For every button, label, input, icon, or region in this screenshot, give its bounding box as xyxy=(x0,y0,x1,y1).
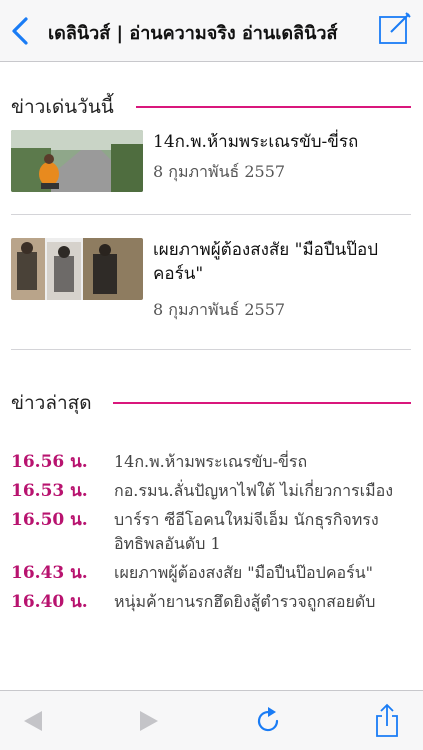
news-headline: 14ก.พ.ห้ามพระเณรขับ-ขี่รถ xyxy=(114,452,308,471)
compose-icon xyxy=(379,12,411,44)
news-headline: หนุ่มค้ายานรกฮึดยิงสู้ตำรวจถูกสอยดับ xyxy=(114,592,376,611)
back-button[interactable] xyxy=(8,14,34,48)
reload-icon xyxy=(257,707,279,732)
latest-news-list: 16.56 น. 14ก.พ.ห้ามพระเณรขับ-ขี่รถ 16.53… xyxy=(0,450,423,614)
news-headline: กอ.รมน.ลั่นปัญหาไฟใต้ ไม่เกี่ยวการเมือง xyxy=(114,481,394,500)
list-item[interactable]: 16.40 น. หนุ่มค้ายานรกฮึดยิงสู้ตำรวจถูกส… xyxy=(0,590,423,614)
heading-rule xyxy=(113,402,411,404)
latest-heading: ข่าวล่าสุด xyxy=(11,392,92,414)
story-title: เผยภาพผู้ต้องสงสัย "มือปืนป๊อปคอร์น" xyxy=(153,240,379,284)
list-item[interactable]: 16.43 น. เผยภาพผู้ต้องสงสัย "มือปืนป๊อปค… xyxy=(0,561,423,585)
news-time: 16.56 น. xyxy=(11,452,88,472)
story-title: 14ก.พ.ห้ามพระเณรขับ-ขี่รถ xyxy=(153,132,359,152)
content-area[interactable]: ข่าวเด่นวันนี้ 14ก.พ.ห้ามพระเณรขับ-ขี่รถ… xyxy=(0,62,423,690)
share-icon xyxy=(376,703,398,737)
featured-story[interactable]: 14ก.พ.ห้ามพระเณรขับ-ขี่รถ 8 กุมภาพันธ์ 2… xyxy=(0,126,423,216)
share-button[interactable] xyxy=(367,701,407,741)
divider xyxy=(11,349,411,350)
compose-button[interactable] xyxy=(377,10,413,46)
nav-bar: เดลินิวส์ | อ่านความจริง อ่านเดลินิวส์ xyxy=(0,0,423,62)
news-time: 16.53 น. xyxy=(11,481,88,501)
bottom-toolbar xyxy=(0,690,423,750)
arrow-left-icon xyxy=(24,711,42,731)
latest-section-header: ข่าวล่าสุด xyxy=(0,380,423,420)
featured-heading: ข่าวเด่นวันนี้ xyxy=(11,96,114,118)
forward-nav-button[interactable] xyxy=(128,701,168,741)
news-time: 16.43 น. xyxy=(11,563,88,583)
story-thumbnail xyxy=(11,238,143,300)
news-headline: บาร์รา ซีอีโอคนใหม่จีเอ็ม นักธุรกิจทรงอิ… xyxy=(114,510,379,553)
heading-rule xyxy=(136,106,411,108)
news-headline: เผยภาพผู้ต้องสงสัย "มือปืนป๊อปคอร์น" xyxy=(114,563,374,582)
reload-button[interactable] xyxy=(248,701,288,741)
story-date: 8 กุมภาพันธ์ 2557 xyxy=(153,300,286,319)
page-title: เดลินิวส์ | อ่านความจริง อ่านเดลินิวส์ xyxy=(48,23,338,44)
back-nav-button[interactable] xyxy=(14,701,54,741)
featured-story[interactable]: เผยภาพผู้ต้องสงสัย "มือปืนป๊อปคอร์น" 8 ก… xyxy=(0,234,423,354)
news-time: 16.50 น. xyxy=(11,510,88,530)
story-thumbnail xyxy=(11,130,143,192)
news-time: 16.40 น. xyxy=(11,592,88,612)
divider xyxy=(11,214,411,215)
chevron-left-icon xyxy=(12,17,28,45)
list-item[interactable]: 16.53 น. กอ.รมน.ลั่นปัญหาไฟใต้ ไม่เกี่ยว… xyxy=(0,479,423,503)
arrow-right-icon xyxy=(140,711,158,731)
list-item[interactable]: 16.50 น. บาร์รา ซีอีโอคนใหม่จีเอ็ม นักธุ… xyxy=(0,508,423,556)
story-date: 8 กุมภาพันธ์ 2557 xyxy=(153,162,286,181)
list-item[interactable]: 16.56 น. 14ก.พ.ห้ามพระเณรขับ-ขี่รถ xyxy=(0,450,423,474)
featured-section-header: ข่าวเด่นวันนี้ xyxy=(0,84,423,124)
